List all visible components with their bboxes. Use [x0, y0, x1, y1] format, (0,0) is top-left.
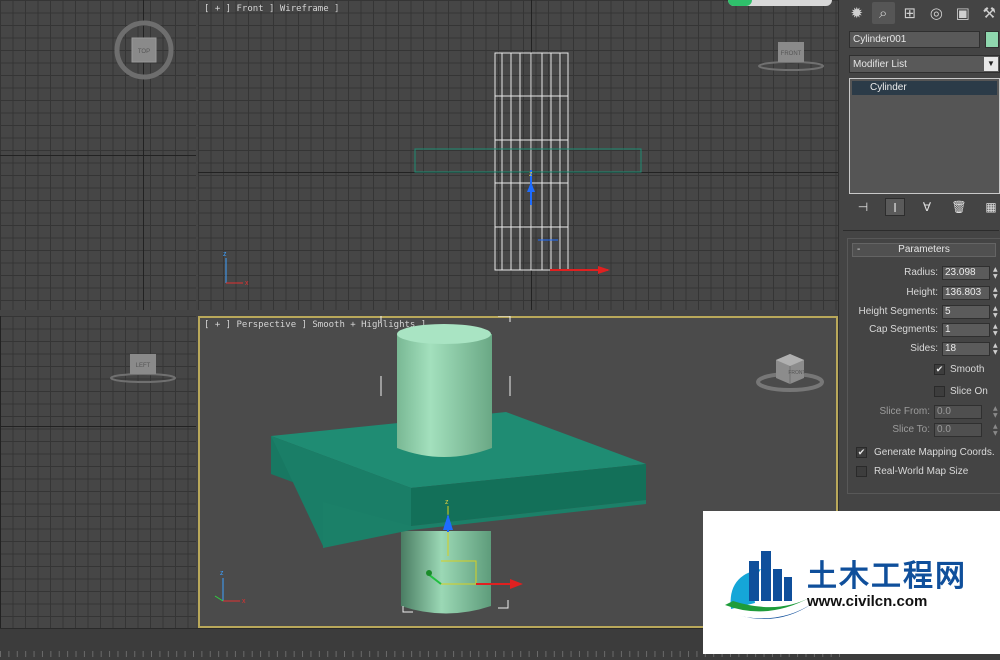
parameters-title: Parameters — [898, 244, 950, 255]
watermark-logo — [725, 551, 813, 619]
object-color-swatch[interactable] — [985, 31, 999, 48]
viewcube-perspective[interactable]: FRONT — [754, 344, 826, 394]
slice-to-spinner[interactable]: ▲ ▼ — [993, 423, 999, 437]
viewcube-top-label: TOP — [138, 49, 150, 55]
slice-from-spinner[interactable]: ▲ ▼ — [993, 405, 999, 419]
top-viewport[interactable]: TOP — [0, 0, 196, 310]
remove-modifier-button[interactable]: 🗑 — [949, 198, 969, 216]
svg-text:z: z — [223, 251, 227, 258]
front-wireframe-scene: z z x — [223, 52, 642, 287]
svg-text:z: z — [220, 570, 224, 577]
show-end-result-button[interactable]: I — [885, 198, 905, 216]
viewcube-perspective-icon: FRONT — [756, 354, 824, 392]
radius-label: Radius: — [904, 267, 938, 278]
svg-text:z: z — [445, 499, 449, 506]
modify-icon: ⌕ — [879, 4, 888, 22]
svg-text:z: z — [529, 171, 533, 178]
create-tab[interactable]: ✹ — [845, 2, 869, 24]
slice-from-label: Slice From: — [879, 406, 930, 417]
viewcube-top-icon: TOP — [114, 20, 174, 80]
info-center-bar — [728, 0, 832, 6]
object-name-input[interactable]: Cylinder001 — [849, 31, 980, 48]
persp-axis-tripod: z x — [214, 570, 246, 605]
remove-modifier-icon: 🗑 — [951, 200, 967, 214]
slice-to-label: Slice To: — [892, 424, 930, 435]
configure-modifier-sets-icon: ▦ — [985, 200, 997, 214]
grid-axis-vertical — [0, 316, 1, 628]
cylinder-wireframe — [494, 52, 569, 271]
height-spinner[interactable]: ▲ ▼ — [993, 286, 999, 300]
watermark-overlay: 土木工程网 www.civilcn.com — [703, 511, 1000, 654]
height-segments-field[interactable]: 5 — [942, 305, 990, 319]
slice-on-checkbox[interactable] — [934, 386, 945, 397]
make-unique-button[interactable]: ∀ — [917, 198, 937, 216]
real-world-map-checkbox[interactable] — [856, 466, 867, 477]
parameters-rollout-header[interactable]: - Parameters — [852, 243, 996, 257]
create-icon: ✹ — [850, 4, 864, 22]
viewcube-front-label: FRONT — [781, 51, 802, 57]
stack-item-cylinder[interactable]: Cylinder — [852, 81, 997, 95]
slice-from-field[interactable]: 0.0 — [934, 405, 982, 419]
modifier-stack[interactable]: Cylinder — [849, 78, 1000, 194]
viewcube-left-icon: LEFT — [110, 354, 176, 383]
parameters-rollout: - Parameters Radius: 23.098 ▲ ▼ Height: 1… — [847, 238, 1000, 494]
hierarchy-tab[interactable]: ⊞ — [898, 2, 922, 24]
show-end-result-icon: I — [893, 201, 897, 215]
real-world-map-label: Real-World Map Size — [874, 466, 969, 477]
viewcube-front-icon: FRONT — [758, 42, 824, 71]
viewcube-left-label: LEFT — [136, 363, 151, 369]
viewcube-left[interactable]: LEFT — [108, 348, 178, 384]
motion-tab[interactable]: ◎ — [925, 2, 949, 24]
generate-mapping-label: Generate Mapping Coords. — [874, 447, 995, 458]
cap-segments-field[interactable]: 1 — [942, 323, 990, 337]
viewcube-front[interactable]: FRONT — [756, 38, 826, 72]
left-viewport[interactable]: LEFT — [0, 316, 196, 628]
viewcube-top[interactable]: TOP — [112, 20, 176, 80]
chevron-down-icon: ▼ — [984, 57, 998, 71]
svg-text:x: x — [245, 280, 249, 287]
divider — [843, 230, 999, 231]
cap-segments-label: Cap Segments: — [869, 324, 938, 335]
radius-spinner[interactable]: ▲ ▼ — [993, 266, 999, 280]
stack-tools: ⊣ I ∀ 🗑 ▦ — [853, 198, 1000, 218]
hierarchy-icon: ⊞ — [903, 4, 917, 22]
height-label: Height: — [906, 287, 938, 298]
make-unique-icon: ∀ — [922, 200, 932, 214]
front-viewport[interactable]: [ + ] Front ] Wireframe ] z z x FRONT — [198, 0, 838, 310]
pin-stack-icon: ⊣ — [857, 200, 869, 214]
configure-modifier-sets-button[interactable]: ▦ — [981, 198, 1000, 216]
box-wireframe — [414, 148, 642, 173]
svg-text:x: x — [242, 598, 246, 605]
height-segments-spinner[interactable]: ▲ ▼ — [993, 305, 999, 319]
modifier-list-dropdown[interactable]: Modifier List ▼ — [849, 55, 1000, 73]
height-segments-label: Height Segments: — [858, 306, 939, 317]
watermark-url: www.civilcn.com — [807, 593, 928, 610]
slice-on-label: Slice On — [950, 386, 988, 397]
modify-tab[interactable]: ⌕ — [871, 2, 895, 24]
motion-icon: ◎ — [929, 4, 943, 22]
sides-spinner[interactable]: ▲ ▼ — [993, 342, 999, 356]
utilities-tab[interactable]: ⚒ — [978, 2, 1000, 24]
sides-label: Sides: — [910, 343, 938, 354]
sides-field[interactable]: 18 — [942, 342, 990, 356]
generate-mapping-checkbox[interactable]: ✔ — [856, 447, 867, 458]
pin-stack-button[interactable]: ⊣ — [853, 198, 873, 216]
radius-field[interactable]: 23.098 — [942, 266, 990, 280]
height-field[interactable]: 136.803 — [942, 286, 990, 300]
cap-segments-spinner[interactable]: ▲ ▼ — [993, 323, 999, 337]
3dsmax-window: TOP [ + ] Front ] Wireframe ] z z x FRON… — [0, 0, 1000, 660]
watermark-site-name: 土木工程网 — [807, 560, 967, 593]
front-axis-tripod: z x — [223, 251, 249, 287]
viewcube-perspective-label: FRONT — [788, 370, 805, 376]
modifier-list-label: Modifier List — [853, 59, 907, 70]
display-icon: ▣ — [955, 4, 970, 22]
command-panel-tabs: ✹ ⌕ ⊞ ◎ ▣ ⚒ — [845, 2, 1000, 28]
slice-to-field[interactable]: 0.0 — [934, 423, 982, 437]
utilities-icon: ⚒ — [982, 4, 996, 22]
display-tab[interactable]: ▣ — [951, 2, 975, 24]
grid-axis-horizontal — [0, 155, 196, 156]
grid-axis-horizontal — [0, 426, 196, 427]
smooth-checkbox[interactable]: ✔ — [934, 364, 945, 375]
smooth-label: Smooth — [950, 364, 985, 375]
